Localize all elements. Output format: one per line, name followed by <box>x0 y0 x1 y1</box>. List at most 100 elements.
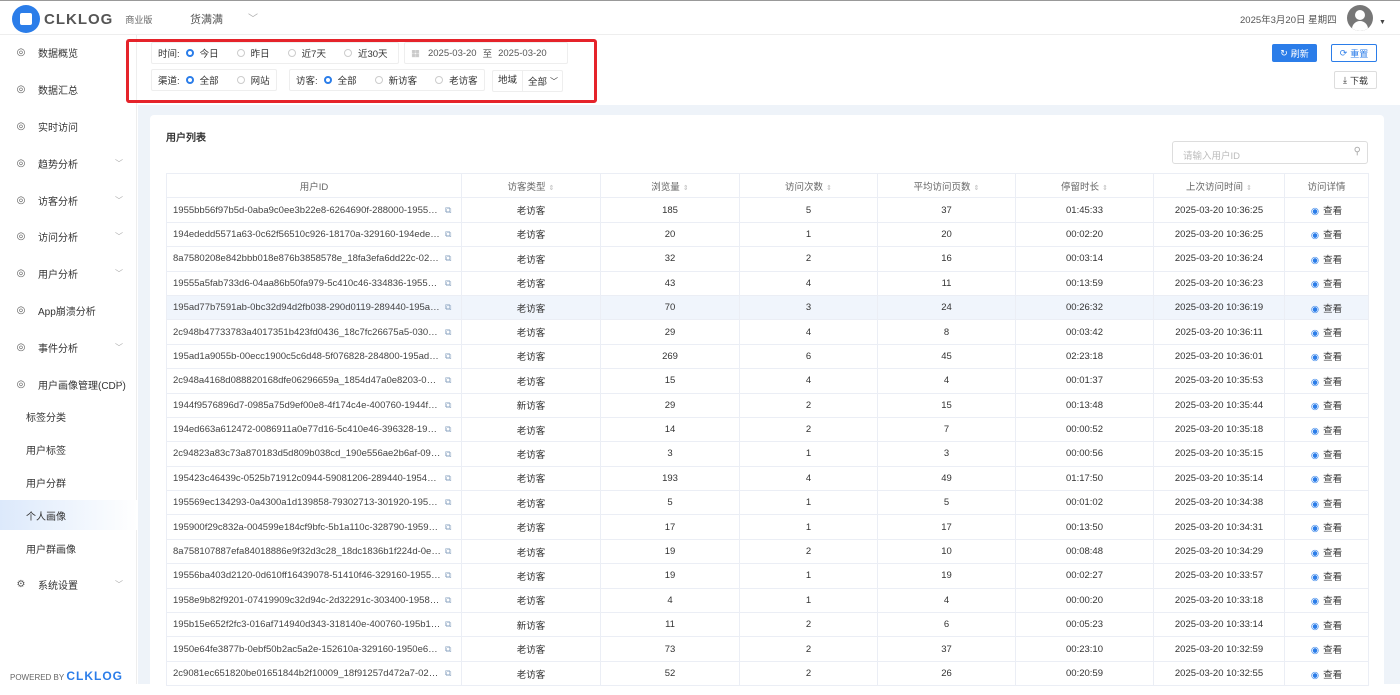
copy-icon[interactable]: ⧉ <box>445 546 451 556</box>
view-detail-link[interactable]: ◉ 查看 <box>1284 392 1369 418</box>
sort-icon[interactable]: ⇕ <box>826 185 832 192</box>
view-detail-link[interactable]: ◉ 查看 <box>1284 221 1369 248</box>
copy-icon[interactable]: ⧉ <box>445 473 451 483</box>
table-cell: 02:23:18 <box>1015 343 1154 370</box>
sidebar-item-settings[interactable]: ⚙ 系统设置 ﹀ <box>0 569 137 599</box>
sidebar-item[interactable]: ◎ App崩溃分析 <box>0 295 137 325</box>
column-header[interactable]: 浏览量 ⇕ <box>600 172 740 199</box>
copy-icon[interactable]: ⧉ <box>445 351 451 361</box>
sort-icon[interactable]: ⇕ <box>974 185 980 192</box>
copy-icon[interactable]: ⧉ <box>445 375 451 385</box>
sidebar-item[interactable]: ◎ 用户分析 ﹀ <box>0 258 137 288</box>
copy-icon[interactable]: ⧉ <box>445 302 451 312</box>
table-cell: 老访客 <box>461 465 601 492</box>
view-detail-link[interactable]: ◉ 查看 <box>1284 490 1369 516</box>
view-detail-link[interactable]: ◉ 查看 <box>1284 612 1369 638</box>
table-cell: 老访客 <box>461 563 601 589</box>
sidebar-item[interactable]: ◎ 访客分析 ﹀ <box>0 185 137 215</box>
copy-icon[interactable]: ⧉ <box>445 644 451 654</box>
column-header[interactable]: 访客类型 ⇕ <box>461 172 601 199</box>
view-detail-link[interactable]: ◉ 查看 <box>1284 563 1369 589</box>
column-header[interactable]: 停留时长 ⇕ <box>1015 172 1154 199</box>
sidebar-subitem[interactable]: 个人画像 <box>0 500 137 530</box>
view-detail-link[interactable]: ◉ 查看 <box>1284 343 1369 370</box>
table-cell: 2025-03-20 10:35:18 <box>1153 416 1285 443</box>
sidebar-subitem[interactable]: 用户标签 <box>0 434 137 464</box>
search-icon[interactable]: ⚲ <box>1354 146 1361 157</box>
sidebar-item[interactable]: ◎ 数据汇总 <box>0 74 137 104</box>
view-detail-link[interactable]: ◉ 查看 <box>1284 441 1369 467</box>
download-button[interactable]: ⤓ 下载 <box>1334 71 1377 89</box>
column-header[interactable]: 访问次数 ⇕ <box>739 172 878 199</box>
sort-icon[interactable]: ⇕ <box>1246 185 1252 192</box>
view-detail-link[interactable]: ◉ 查看 <box>1284 294 1369 321</box>
sidebar-item[interactable]: ◎ 事件分析 ﹀ <box>0 332 137 362</box>
view-detail-link[interactable]: ◉ 查看 <box>1284 538 1369 565</box>
reset-button[interactable]: ⟳ 重置 <box>1331 44 1377 62</box>
copy-icon[interactable]: ⧉ <box>445 229 451 239</box>
column-header[interactable]: 平均访问页数 ⇕ <box>877 172 1016 199</box>
view-detail-link[interactable]: ◉ 查看 <box>1284 636 1369 662</box>
copy-icon[interactable]: ⧉ <box>445 595 451 605</box>
caret-down-icon[interactable]: ▼ <box>1379 19 1386 26</box>
sidebar-subitem[interactable]: 用户分群 <box>0 467 137 497</box>
table-cell: 00:03:14 <box>1015 246 1154 272</box>
view-detail-link[interactable]: ◉ 查看 <box>1284 514 1369 540</box>
tree-icon: ◎ <box>16 230 26 242</box>
view-detail-link[interactable]: ◉ 查看 <box>1284 368 1369 394</box>
copy-icon[interactable]: ⧉ <box>445 619 451 629</box>
sidebar-item[interactable]: ◎ 实时访问 <box>0 111 137 141</box>
table-cell: 00:01:02 <box>1015 490 1154 516</box>
sidebar-item[interactable]: ◎ 访问分析 ﹀ <box>0 221 137 251</box>
sidebar-item-label: 数据概览 <box>38 48 78 60</box>
view-detail-link[interactable]: ◉ 查看 <box>1284 465 1369 492</box>
copy-icon[interactable]: ⧉ <box>445 668 451 678</box>
copy-icon[interactable]: ⧉ <box>445 327 451 337</box>
sidebar-subitem[interactable]: 用户群画像 <box>0 533 137 563</box>
copy-icon[interactable]: ⧉ <box>445 522 451 532</box>
sort-icon[interactable]: ⇕ <box>549 185 555 192</box>
column-header[interactable]: 上次访问时间 ⇕ <box>1153 172 1285 199</box>
view-detail-link[interactable]: ◉ 查看 <box>1284 319 1369 345</box>
eye-icon: ◉ <box>1310 303 1320 315</box>
user-id-cell: 19555a5fab733d6-04aa86b50fa979-5c410c46-… <box>166 270 462 296</box>
sidebar-item-label: 趋势分析 <box>38 159 78 171</box>
table-cell: 19 <box>877 563 1016 589</box>
table-cell: 2025-03-20 10:34:38 <box>1153 490 1285 516</box>
table-cell: 老访客 <box>461 636 601 662</box>
edition-label: 商业版 <box>125 14 153 25</box>
copy-icon[interactable]: ⧉ <box>445 400 451 410</box>
copy-icon[interactable]: ⧉ <box>445 205 451 215</box>
view-detail-link[interactable]: ◉ 查看 <box>1284 270 1369 296</box>
view-detail-link[interactable]: ◉ 查看 <box>1284 197 1369 223</box>
copy-icon[interactable]: ⧉ <box>445 449 451 459</box>
refresh-button[interactable]: ↻ 刷新 <box>1272 44 1317 62</box>
org-selector[interactable]: 货满满 <box>190 11 223 27</box>
copy-icon[interactable]: ⧉ <box>445 497 451 507</box>
table-cell: 00:03:42 <box>1015 319 1154 345</box>
sort-icon[interactable]: ⇕ <box>1102 185 1108 192</box>
logo[interactable]: CLKLOG 商业版 <box>12 5 152 33</box>
user-id-cell: 2c948a4168d088820168dfe06296659a_1854d47… <box>166 368 462 394</box>
avatar[interactable] <box>1347 5 1373 31</box>
view-detail-link[interactable]: ◉ 查看 <box>1284 587 1369 614</box>
chevron-down-icon: ﹀ <box>115 342 123 352</box>
copy-icon[interactable]: ⧉ <box>445 278 451 288</box>
table-cell: 1 <box>739 514 878 540</box>
copy-icon[interactable]: ⧉ <box>445 253 451 263</box>
user-id-search-input[interactable]: 请输入用户ID ⚲ <box>1172 141 1368 164</box>
sort-icon[interactable]: ⇕ <box>683 185 689 192</box>
view-detail-link[interactable]: ◉ 查看 <box>1284 416 1369 443</box>
brand-name: CLKLOG <box>44 10 114 28</box>
sidebar-item[interactable]: ◎ 数据概览 <box>0 37 137 67</box>
table-cell: 00:08:48 <box>1015 538 1154 565</box>
view-detail-link[interactable]: ◉ 查看 <box>1284 246 1369 272</box>
table-row: 195423c46439c-0525b71912c0944-59081206-2… <box>166 465 1369 492</box>
sidebar-item[interactable]: ◎ 趋势分析 ﹀ <box>0 148 137 178</box>
copy-icon[interactable]: ⧉ <box>445 570 451 580</box>
sidebar-subitem[interactable]: 标签分类 <box>0 401 137 431</box>
view-detail-link[interactable]: ◉ 查看 <box>1284 660 1369 687</box>
chevron-down-icon[interactable]: ﹀ <box>248 10 258 25</box>
copy-icon[interactable]: ⧉ <box>445 424 451 434</box>
sidebar-item[interactable]: ◎ 用户画像管理(CDP) ﹀ <box>0 369 137 399</box>
